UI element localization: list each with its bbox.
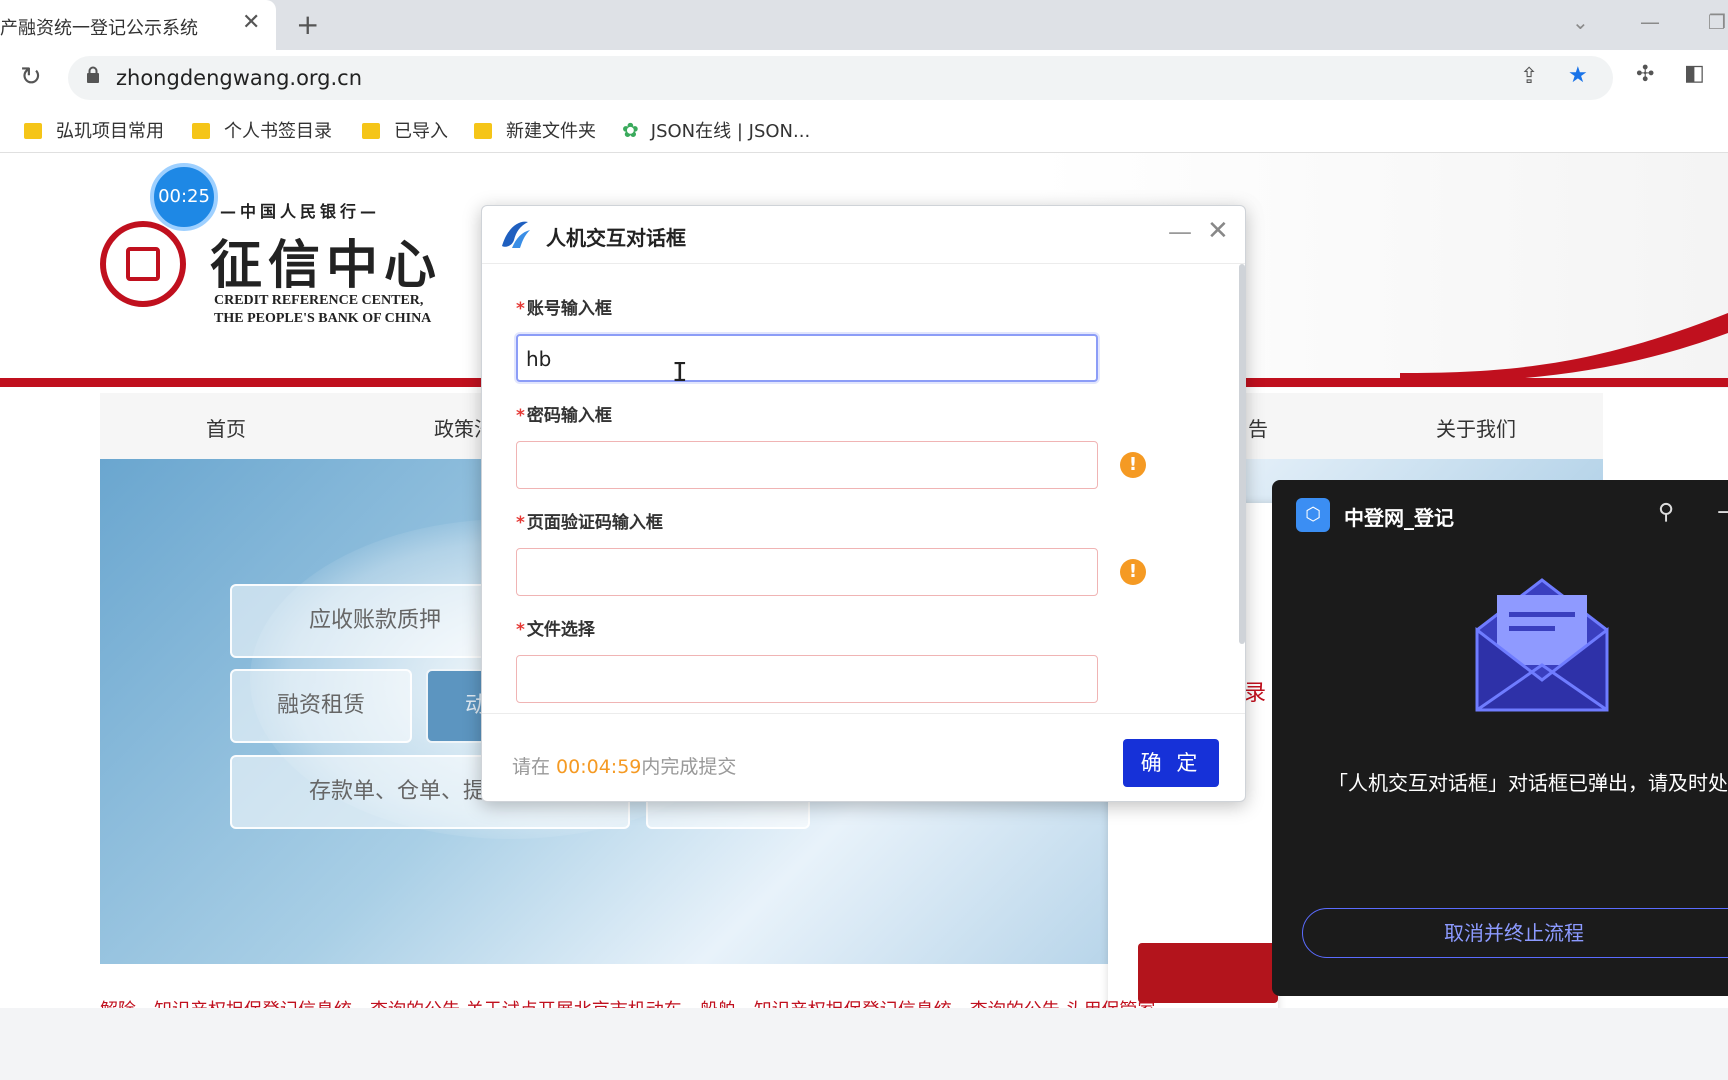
nav-item-notice[interactable]: 告 [1248,413,1268,442]
password-input[interactable] [516,441,1098,489]
new-tab-button[interactable]: + [296,8,319,41]
browser-tab[interactable]: 产融资统一登记公示系统 ✕ [0,0,276,50]
bookmark-item[interactable]: ✿ JSON在线 | JSON... [622,117,810,143]
password-label-text: 密码输入框 [526,406,612,426]
minimize-window-icon[interactable]: — [1640,10,1660,34]
bookmark-item[interactable]: 弘玑项目常用 [24,117,164,143]
address-bar[interactable]: zhongdengwang.org.cn ⇪ ★ [68,56,1613,100]
folder-icon [474,123,492,139]
side-panel-icon[interactable]: ◧ [1684,61,1705,86]
captcha-label: * 页面验证码输入框 [516,508,663,533]
required-mark: * [516,299,525,319]
bottom-blank-strip [0,1008,1728,1080]
hero-button-receivables[interactable]: 应收账款质押 [230,584,520,658]
bookmark-label: JSON在线 | JSON... [650,121,811,142]
deadline-time: 00:04:59 [556,756,642,778]
bookmark-label: 弘玑项目常用 [56,121,164,142]
dialog-close-icon[interactable]: ✕ [1207,216,1229,246]
bookmark-item[interactable]: 已导入 [362,117,448,143]
logo-top-text: —中国人民银行— [220,202,381,221]
login-button[interactable] [1138,943,1278,1003]
human-machine-dialog: 人机交互对话框 — ✕ * 账号输入框 hb * 密码输入框 ! * 页面验证码输入框… [481,205,1246,802]
pin-icon[interactable]: ⚲ [1658,500,1674,525]
captcha-input[interactable] [516,548,1098,596]
required-mark: * [516,513,525,533]
json-gear-icon: ✿ [622,118,639,142]
countdown-timer-badge: 00:25 [150,163,218,231]
dialog-header: 人机交互对话框 — ✕ [482,206,1245,264]
file-select-label: * 文件选择 [516,615,595,640]
browser-toolbar: ↻ zhongdengwang.org.cn ⇪ ★ ✣ ◧ [0,50,1728,105]
deadline-prefix: 请在 [512,756,557,778]
restore-window-icon[interactable]: ❐ [1708,10,1726,34]
nav-item-home[interactable]: 首页 [206,413,246,442]
lock-icon [87,66,99,83]
captcha-warning-icon: ! [1120,559,1146,585]
envelope-icon [1475,578,1609,712]
dialog-scrollbar[interactable] [1239,264,1245,644]
logo-english-line2: THE PEOPLE'S BANK OF CHINA [214,311,432,326]
folder-icon [24,123,42,139]
confirm-button[interactable]: 确 定 [1123,739,1219,787]
logo-emblem-icon [100,221,186,307]
required-mark: * [516,620,525,640]
bookmark-label: 已导入 [394,121,448,142]
required-mark: * [516,406,525,426]
account-input[interactable]: hb [516,334,1098,382]
notice-text[interactable]: 解除、知识产权担保登记信息统一查询的公告 关于试点开展北京市机动车、船舶、知识产… [100,1000,1155,1008]
deadline-suffix: 内完成提交 [641,756,737,778]
extensions-icon[interactable]: ✣ [1636,62,1654,87]
logo-english-line1: CREDIT REFERENCE CENTER, [214,293,424,308]
file-select-label-text: 文件选择 [526,620,595,640]
dialog-body: * 账号输入框 hb * 密码输入框 ! * 页面验证码输入框 ! * 文件选择 [482,264,1245,714]
hero-button-leasing[interactable]: 融资租赁 [230,669,412,743]
share-icon[interactable]: ⇪ [1520,64,1538,89]
collapse-icon[interactable]: — [1717,496,1728,526]
tab-search-icon[interactable]: ⌄ [1572,10,1589,34]
bookmark-star-icon[interactable]: ★ [1568,63,1588,88]
rpa-notification-panel: ⬡ 中登网_登记 ⚲ — 「人机交互对话框」对话框已弹出，请及时处 取消并终止流… [1272,480,1728,996]
folder-icon [362,123,380,139]
bookmark-item[interactable]: 新建文件夹 [474,117,596,143]
submit-deadline-text: 请在 00:04:59内完成提交 [512,752,736,779]
tab-close-icon[interactable]: ✕ [242,10,260,35]
dialog-minimize-icon[interactable]: — [1168,218,1192,246]
captcha-label-text: 页面验证码输入框 [526,513,663,533]
login-tab[interactable]: 录 [1244,675,1266,707]
text-cursor-icon: I [672,358,688,388]
bookmark-item[interactable]: 个人书签目录 [192,117,332,143]
bookmark-label: 个人书签目录 [224,121,332,142]
dialog-title: 人机交互对话框 [546,226,686,250]
header-ribbon-decoration [1400,313,1728,383]
cube-app-icon: ⬡ [1296,498,1330,532]
cancel-and-stop-button[interactable]: 取消并终止流程 [1302,908,1728,958]
bookmark-label: 新建文件夹 [506,121,596,142]
account-label-text: 账号输入框 [526,299,612,319]
tab-title: 产融资统一登记公示系统 [0,18,198,39]
password-label: * 密码输入框 [516,401,612,426]
logo-main-text: 征信中心 [210,235,443,296]
dialog-logo-icon [502,221,530,248]
password-warning-icon: ! [1120,452,1146,478]
notice-ticker: 解除、知识产权担保登记信息统一查询的公告 关于试点开展北京市机动车、船舶、知识产… [100,996,1603,1008]
notification-title: 中登网_登记 [1344,506,1454,530]
notification-message: 「人机交互对话框」对话框已弹出，请及时处 [1328,771,1728,795]
dialog-footer: 请在 00:04:59内完成提交 确 定 [482,713,1245,801]
browser-tabbar: 产融资统一登记公示系统 ✕ + ⌄ — ❐ [0,0,1728,50]
bookmarks-bar: 弘玑项目常用 个人书签目录 已导入 新建文件夹 ✿ JSON在线 | JSON..… [0,105,1728,153]
file-select-input[interactable] [516,655,1098,703]
reload-icon[interactable]: ↻ [20,62,42,92]
url-text: zhongdengwang.org.cn [116,66,363,90]
nav-item-about[interactable]: 关于我们 [1436,413,1516,442]
account-label: * 账号输入框 [516,294,612,319]
folder-icon [192,123,210,139]
